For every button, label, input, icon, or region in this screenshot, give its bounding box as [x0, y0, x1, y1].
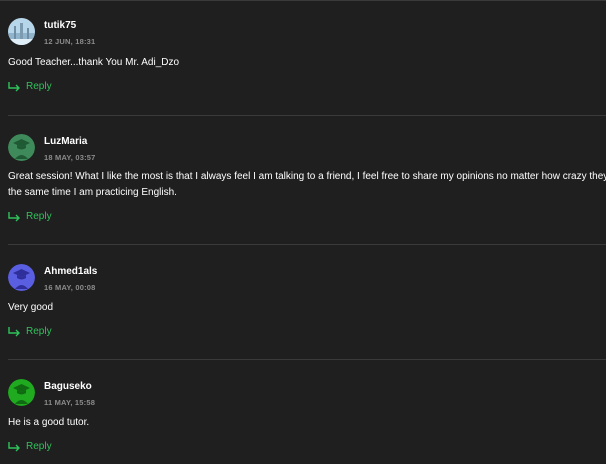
- avatar[interactable]: [8, 134, 35, 161]
- reply-arrow-icon: [8, 441, 20, 451]
- comments-page: tutik75 12 JUN, 18:31 Good Teacher...tha…: [0, 0, 606, 464]
- graduate-avatar-icon: [8, 264, 35, 291]
- reply-arrow-icon: [8, 326, 20, 336]
- comment-text-line: He is a good tutor.: [8, 417, 90, 428]
- graduate-avatar-icon: [8, 134, 35, 161]
- comment-date: 12 JUN, 18:31: [44, 37, 96, 46]
- reply-label: Reply: [26, 81, 52, 92]
- reply-label: Reply: [26, 441, 52, 452]
- reply-button[interactable]: Reply: [8, 441, 52, 452]
- comment-date: 18 MAY, 03:57: [44, 153, 96, 162]
- reply-arrow-icon: [8, 211, 20, 221]
- reply-button[interactable]: Reply: [8, 326, 52, 337]
- comment-text-line: Good Teacher...thank You Mr. Adi_Dzo: [8, 57, 180, 68]
- comment-text-line: the same time I am practicing English.: [8, 187, 177, 198]
- reply-button[interactable]: Reply: [8, 211, 52, 222]
- reply-label: Reply: [26, 211, 52, 222]
- comment-date: 11 MAY, 15:58: [44, 398, 96, 407]
- photo-avatar-icon: [8, 18, 35, 45]
- comment-author[interactable]: Ahmed1als: [44, 266, 97, 277]
- reply-button[interactable]: Reply: [8, 81, 52, 92]
- comment-date: 16 MAY, 00:08: [44, 283, 96, 292]
- comment-author[interactable]: LuzMaria: [44, 136, 87, 147]
- comment-text: Great session! What I like the most is t…: [8, 169, 606, 201]
- divider: [8, 244, 606, 245]
- avatar[interactable]: [8, 264, 35, 291]
- comment-text: Very good: [8, 300, 606, 316]
- avatar[interactable]: [8, 379, 35, 406]
- graduate-avatar-icon: [8, 379, 35, 406]
- comment-text: Good Teacher...thank You Mr. Adi_Dzo: [8, 55, 606, 71]
- reply-arrow-icon: [8, 81, 20, 91]
- comment-author[interactable]: tutik75: [44, 20, 76, 31]
- comment-text-line: Very good: [8, 302, 54, 313]
- divider: [8, 115, 606, 116]
- avatar[interactable]: [8, 18, 35, 45]
- reply-label: Reply: [26, 326, 52, 337]
- divider: [8, 359, 606, 360]
- comment-text: He is a good tutor.: [8, 415, 606, 431]
- comment-text-line: Great session! What I like the most is t…: [8, 171, 606, 182]
- comment-author[interactable]: Baguseko: [44, 381, 92, 392]
